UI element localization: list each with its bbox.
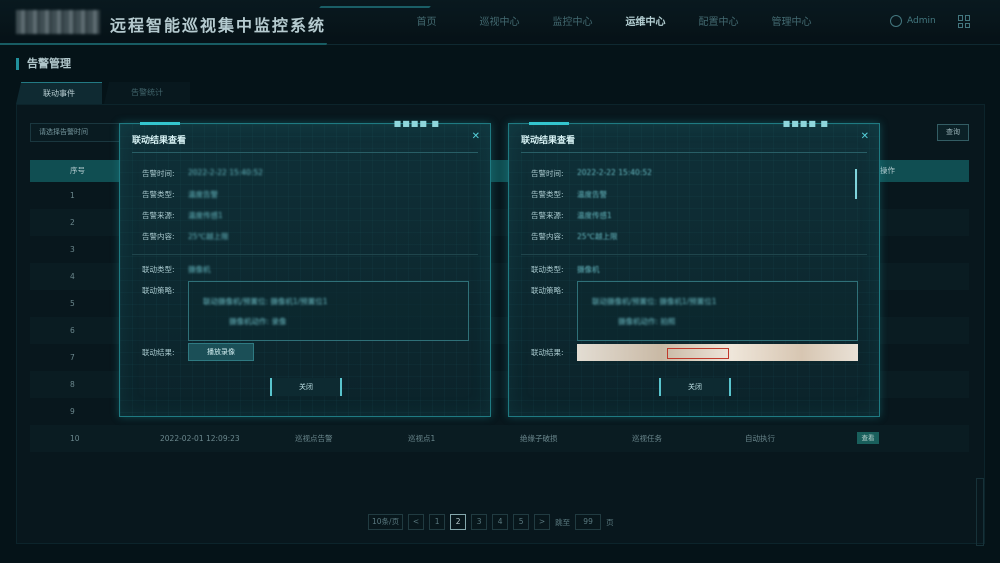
label-linkage-result: 联动结果: <box>531 348 564 357</box>
label-alarm-source: 告警来源: <box>142 211 175 220</box>
dialog-dots-deco: ■■■■ ■ <box>782 119 829 128</box>
value-linkage-type: 摄像机 <box>188 265 211 274</box>
label-alarm-time: 告警时间: <box>142 169 175 178</box>
divider <box>132 152 478 153</box>
label-alarm-source: 告警来源: <box>531 211 564 220</box>
label-alarm-time: 告警时间: <box>531 169 564 178</box>
label-linkage-type: 联动类型: <box>531 265 564 274</box>
divider <box>132 254 478 255</box>
linkage-result-dialog-right: ■■■■ ■ 联动结果查看 ✕ 告警时间: 2022-2-22 15:40:52… <box>508 119 880 417</box>
value-alarm-type: 温度告警 <box>188 190 218 199</box>
strategy-box: 联动摄像机/预置位: 摄像机1/预置位1 摄像机动作: 录像 <box>188 281 469 341</box>
scrollbar[interactable] <box>855 169 857 199</box>
dialog-deco <box>140 122 180 125</box>
value-alarm-content: 25℃越上限 <box>188 232 229 241</box>
label-linkage-type: 联动类型: <box>142 265 175 274</box>
label-linkage-strategy: 联动策略: <box>531 286 564 295</box>
strategy-line-2: 摄像机动作: 录像 <box>229 317 287 326</box>
linkage-result-dialog-left: ■■■■ ■ 联动结果查看 ✕ 告警时间: 2022-2-22 15:40:52… <box>119 119 491 417</box>
label-alarm-type: 告警类型: <box>531 190 564 199</box>
value-linkage-type: 摄像机 <box>577 265 600 274</box>
value-alarm-time: 2022-2-22 15:40:52 <box>188 168 263 177</box>
label-linkage-result: 联动结果: <box>142 348 175 357</box>
strategy-line-2: 摄像机动作: 拍照 <box>618 317 676 326</box>
value-alarm-time: 2022-2-22 15:40:52 <box>577 168 652 177</box>
close-button[interactable]: 关闭 <box>659 378 731 396</box>
close-button[interactable]: 关闭 <box>270 378 342 396</box>
dialog-title: 联动结果查看 <box>521 136 576 146</box>
value-alarm-content: 25℃越上限 <box>577 232 618 241</box>
value-alarm-source: 温度传感1 <box>188 211 223 220</box>
dialog-deco <box>529 122 569 125</box>
value-alarm-source: 温度传感1 <box>577 211 612 220</box>
result-snapshot-image[interactable] <box>577 344 858 361</box>
strategy-box: 联动摄像机/预置位: 摄像机1/预置位1 摄像机动作: 拍照 <box>577 281 858 341</box>
divider <box>521 152 867 153</box>
label-alarm-content: 告警内容: <box>531 232 564 241</box>
dialog-title: 联动结果查看 <box>132 136 187 146</box>
close-icon[interactable]: ✕ <box>472 131 480 142</box>
divider <box>521 254 867 255</box>
play-recording-button[interactable]: 播放录像 <box>188 343 254 361</box>
strategy-line-1: 联动摄像机/预置位: 摄像机1/预置位1 <box>203 297 328 306</box>
dialog-dots-deco: ■■■■ ■ <box>393 119 440 128</box>
close-icon[interactable]: ✕ <box>861 131 869 142</box>
strategy-line-1: 联动摄像机/预置位: 摄像机1/预置位1 <box>592 297 717 306</box>
label-alarm-content: 告警内容: <box>142 232 175 241</box>
label-linkage-strategy: 联动策略: <box>142 286 175 295</box>
value-alarm-type: 温度告警 <box>577 190 607 199</box>
label-alarm-type: 告警类型: <box>142 190 175 199</box>
